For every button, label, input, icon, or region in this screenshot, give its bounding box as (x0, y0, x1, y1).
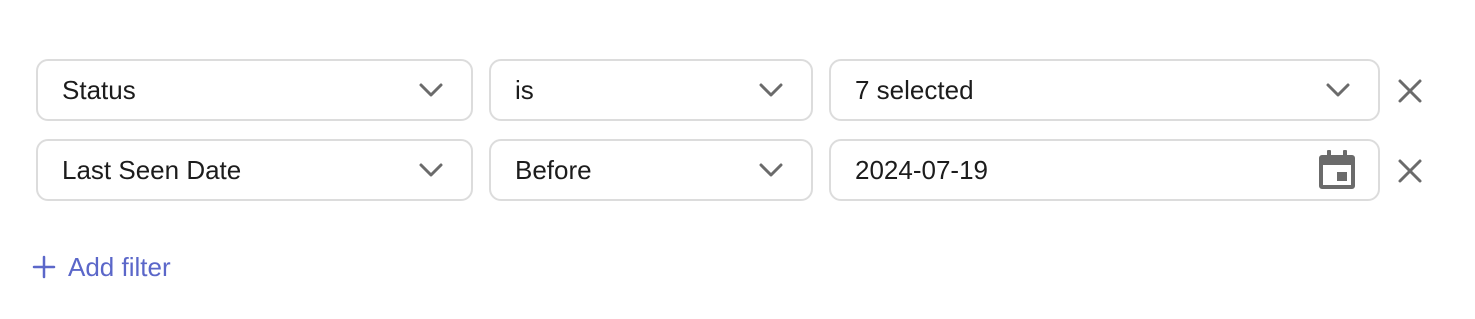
chevron-down-icon (759, 163, 783, 177)
filter-attribute-value: Status (62, 75, 136, 105)
add-filter-button[interactable]: Add filter (32, 249, 171, 285)
close-icon (1398, 79, 1422, 103)
filter-operator-value: Before (515, 155, 592, 185)
filter-value-multiselect[interactable]: 7 selected (829, 59, 1380, 121)
plus-icon (32, 255, 56, 279)
filter-operator-select[interactable]: is (489, 59, 813, 121)
chevron-down-icon (419, 163, 443, 177)
add-filter-label: Add filter (68, 251, 171, 282)
filter-value-text: 2024-07-19 (855, 155, 988, 185)
filter-attribute-select[interactable]: Status (36, 59, 473, 121)
chevron-down-icon (419, 83, 443, 97)
filter-value-text: 7 selected (855, 75, 974, 105)
filter-operator-select[interactable]: Before (489, 139, 813, 201)
chevron-down-icon (759, 83, 783, 97)
remove-filter-button[interactable] (1396, 157, 1424, 185)
calendar-icon[interactable] (1318, 150, 1356, 190)
filter-operator-value: is (515, 75, 534, 105)
filter-attribute-value: Last Seen Date (62, 155, 242, 185)
remove-filter-button[interactable] (1396, 77, 1424, 105)
filter-attribute-select[interactable]: Last Seen Date (36, 139, 473, 201)
filter-value-date-input[interactable]: 2024-07-19 (829, 139, 1380, 201)
close-icon (1398, 159, 1422, 183)
chevron-down-icon (1326, 83, 1350, 97)
